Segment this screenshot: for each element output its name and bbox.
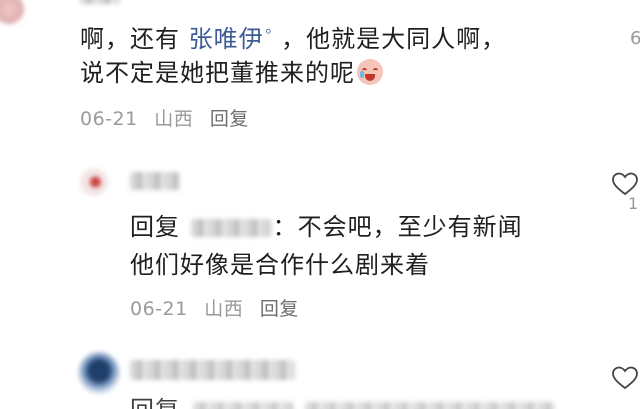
reply-text-blurred [305,402,556,409]
reply-meta: 06-21 山西 回复 [130,294,309,321]
crying-laugh-emoji-icon [357,59,383,85]
username-blurred[interactable] [130,172,180,190]
reply-text-part: 他们好像是合作什么剧来着 [130,251,430,279]
comment-text-line2: 说不定是她把董推来的呢 [80,57,383,89]
username-blurred[interactable] [80,0,120,4]
username-blurred[interactable] [130,360,295,380]
avatar[interactable] [78,352,120,394]
reply-button[interactable]: 回复 [210,108,249,130]
heart-icon[interactable] [612,172,638,196]
comment-thread: 啊，还有 张唯伊 ᵒ ，他就是大同人啊， 说不定是她把董推来的呢 06-21 山西… [0,0,640,409]
like-count: 1 [628,194,639,213]
reply-target-blurred[interactable] [190,219,271,237]
mention-icon: ᵒ [265,26,273,42]
avatar[interactable] [0,0,24,24]
comment-text: 啊，还有 张唯伊 ᵒ ，他就是大同人啊， [80,18,506,55]
reply-prefix: 回复 [130,396,180,409]
reply-date: 06-21 [130,298,188,320]
comment-text-part: 啊，还有 [80,25,180,53]
reply-text-part: ：不会吧，至少有新闻 [272,213,523,241]
reply-text: 回复 ：不会吧，至少有新闻 [130,211,523,243]
reply-text: 回复 [130,394,556,409]
reply-target-blurred[interactable] [192,402,293,409]
reply-location: 山西 [204,298,244,320]
comment-location: 山西 [154,108,194,130]
like-button[interactable]: 1 [612,172,638,222]
comment-meta: 06-21 山西 回复 [80,104,259,131]
reply-button[interactable]: 回复 [260,298,299,320]
comment-date: 06-21 [80,108,138,130]
reply-prefix: 回复 [130,213,180,241]
reply-text-line2: 他们好像是合作什么剧来着 [130,249,430,281]
avatar[interactable] [80,168,108,196]
mention-name[interactable]: 张唯伊 [189,25,264,53]
like-count: 6 [630,28,640,49]
like-button[interactable] [612,366,638,396]
comment-text-part: ，他就是大同人啊， [281,25,507,53]
comment-text-part: 说不定是她把董推来的呢 [80,59,355,87]
mention-link[interactable]: 张唯伊 ᵒ [189,25,273,53]
heart-icon[interactable] [612,366,638,390]
